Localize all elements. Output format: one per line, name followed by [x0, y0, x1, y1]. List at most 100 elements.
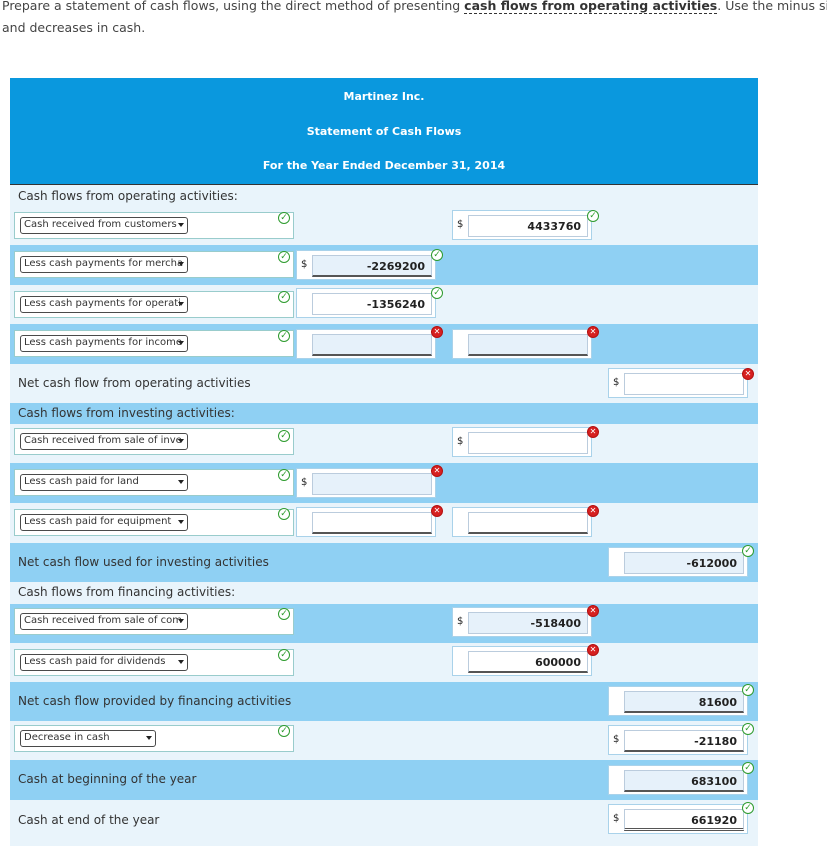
- amount-input[interactable]: 683100: [624, 770, 744, 792]
- check-icon: ✓: [278, 212, 290, 224]
- dollar-sign: $: [613, 734, 620, 745]
- dollar-sign: $: [613, 377, 620, 388]
- financing-heading: Cash flows from financing activities:: [18, 585, 236, 599]
- line-item-select[interactable]: Decrease in cash: [20, 730, 156, 747]
- amount-cell-col2: $: [296, 468, 436, 498]
- error-icon: ✕: [587, 644, 599, 656]
- amount-input[interactable]: -518400: [468, 612, 588, 634]
- row-land-payments: Less cash paid for land ✓ $ ✕: [10, 463, 758, 503]
- chevron-down-icon: [178, 341, 184, 345]
- amount-input[interactable]: 4433760: [468, 215, 588, 237]
- dollar-sign: $: [613, 813, 620, 824]
- row-cash-beginning: Cash at beginning of the year 683100 ✓: [10, 760, 758, 800]
- line-item-select[interactable]: Less cash payments for income: [20, 335, 188, 352]
- line-item-cell: Decrease in cash: [14, 725, 294, 752]
- line-item-select[interactable]: Cash received from sale of com: [20, 613, 188, 630]
- check-icon: ✓: [587, 210, 599, 222]
- line-item-select[interactable]: Cash received from customers: [20, 217, 188, 234]
- amount-input[interactable]: 661920: [624, 809, 744, 831]
- check-icon: ✓: [278, 508, 290, 520]
- check-icon: ✓: [278, 469, 290, 481]
- amount-input[interactable]: [468, 432, 588, 454]
- amount-input[interactable]: 600000: [468, 651, 588, 673]
- statement-header: Martinez Inc. Statement of Cash Flows Fo…: [10, 78, 758, 184]
- glossary-link[interactable]: cash flows from operating activities: [464, 0, 718, 14]
- dollar-sign: $: [457, 616, 464, 627]
- amount-input[interactable]: [624, 373, 744, 395]
- error-icon: ✕: [431, 505, 443, 517]
- row-sale-of-stock: Cash received from sale of com ✓ $ -5184…: [10, 604, 758, 643]
- check-icon: ✓: [278, 330, 290, 342]
- amount-cell-col2: [296, 507, 436, 537]
- line-item-select[interactable]: Cash received from sale of inve: [20, 433, 188, 450]
- amount-input[interactable]: -2269200: [312, 255, 432, 277]
- chevron-down-icon: [146, 736, 152, 740]
- operating-heading: Cash flows from operating activities:: [18, 189, 238, 203]
- error-icon: ✕: [587, 605, 599, 617]
- amount-cell-col3: 600000: [452, 646, 592, 676]
- check-icon: ✓: [742, 684, 754, 696]
- amount-input[interactable]: 81600: [624, 691, 744, 713]
- error-icon: ✕: [431, 465, 443, 477]
- row-income-tax-payments: Less cash payments for income ✓ ✕ ✕: [10, 324, 758, 364]
- row-net-operating: Net cash flow from operating activities …: [10, 364, 758, 403]
- amount-cell-col4: -612000: [608, 547, 748, 577]
- error-icon: ✕: [742, 368, 754, 380]
- amount-input[interactable]: [312, 512, 432, 534]
- net-financing-label: Net cash flow provided by financing acti…: [18, 694, 292, 708]
- row-equipment-payments: Less cash paid for equipment ✓ ✕ ✕: [10, 503, 758, 543]
- net-operating-label: Net cash flow from operating activities: [18, 376, 251, 390]
- amount-input[interactable]: -612000: [624, 552, 744, 574]
- check-icon: ✓: [742, 545, 754, 557]
- error-icon: ✕: [587, 426, 599, 438]
- net-investing-label: Net cash flow used for investing activit…: [18, 555, 269, 569]
- chevron-down-icon: [178, 302, 184, 306]
- investing-heading: Cash flows from investing activities:: [18, 406, 235, 420]
- instructions-text-after: . Use the minus sign to in: [717, 0, 827, 13]
- error-icon: ✕: [431, 326, 443, 338]
- line-item-select[interactable]: Less cash payments for mercha: [20, 256, 188, 273]
- chevron-down-icon: [178, 439, 184, 443]
- error-icon: ✕: [587, 326, 599, 338]
- row-decrease-in-cash: Decrease in cash ✓ $ -21180 ✓: [10, 721, 758, 760]
- check-icon: ✓: [431, 287, 443, 299]
- amount-input[interactable]: -1356240: [312, 293, 432, 315]
- line-item-cell: Cash received from sale of inve: [14, 428, 294, 455]
- instructions-line2: and decreases in cash.: [2, 20, 146, 35]
- chevron-down-icon: [178, 480, 184, 484]
- check-icon: ✓: [278, 725, 290, 737]
- line-item-cell: Less cash paid for land: [14, 469, 294, 496]
- row-cash-end: Cash at end of the year $ 661920 ✓: [10, 800, 758, 846]
- check-icon: ✓: [742, 723, 754, 735]
- statement-title: Statement of Cash Flows: [306, 125, 462, 138]
- row-sale-of-investments: Cash received from sale of inve ✓ $ ✕: [10, 424, 758, 463]
- dollar-sign: $: [457, 436, 464, 447]
- amount-input[interactable]: [312, 334, 432, 356]
- amount-cell-col3: [452, 507, 592, 537]
- amount-cell-col3: $: [452, 427, 592, 457]
- line-item-cell: Cash received from customers: [14, 212, 294, 239]
- amount-cell-col2: -1356240: [296, 288, 436, 318]
- cash-beginning-label: Cash at beginning of the year: [18, 772, 197, 786]
- line-item-select[interactable]: Less cash paid for land: [20, 474, 188, 491]
- amount-input[interactable]: [468, 334, 588, 356]
- dollar-sign: $: [301, 477, 308, 488]
- amount-input[interactable]: [468, 512, 588, 534]
- check-icon: ✓: [742, 802, 754, 814]
- row-merchandise-payments: Less cash payments for mercha ✓ $ -22692…: [10, 245, 758, 285]
- line-item-select[interactable]: Less cash paid for equipment: [20, 514, 188, 531]
- amount-input[interactable]: -21180: [624, 730, 744, 752]
- line-item-cell: Less cash payments for income: [14, 330, 294, 357]
- check-icon: ✓: [278, 430, 290, 442]
- amount-cell-col3: [452, 329, 592, 359]
- line-item-select[interactable]: Less cash payments for operati: [20, 296, 188, 313]
- amount-input[interactable]: [312, 473, 432, 495]
- amount-cell-col3: $ 4433760: [452, 210, 592, 240]
- error-icon: ✕: [587, 505, 599, 517]
- row-net-financing: Net cash flow provided by financing acti…: [10, 682, 758, 721]
- operating-heading-row: Cash flows from operating activities:: [10, 184, 758, 207]
- line-item-select[interactable]: Less cash paid for dividends: [20, 654, 188, 671]
- investing-heading-row: Cash flows from investing activities:: [10, 403, 758, 424]
- financing-heading-row: Cash flows from financing activities:: [10, 582, 758, 604]
- check-icon: ✓: [742, 762, 754, 774]
